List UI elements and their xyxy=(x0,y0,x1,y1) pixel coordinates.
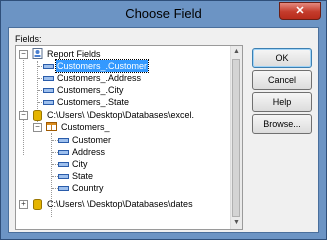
field-icon xyxy=(58,138,69,143)
expand-icon[interactable]: + xyxy=(19,200,28,209)
tree-node-city-field[interactable]: Customers_.City xyxy=(16,84,216,96)
cancel-button[interactable]: Cancel xyxy=(252,70,312,90)
field-icon xyxy=(58,174,69,179)
tree-node-address-column[interactable]: Address xyxy=(16,146,216,158)
tree-node-label: State xyxy=(72,171,94,181)
tree-node-label: C:\Users\ \Desktop\Databases\dates xyxy=(47,199,193,209)
database-icon xyxy=(33,110,42,121)
fields-label: Fields: xyxy=(15,34,42,44)
tree-node-label: Customers_.State xyxy=(57,97,130,107)
tree-node-country-column[interactable]: Country xyxy=(16,182,216,194)
tree-node-label: Customers_.Customer xyxy=(54,59,150,73)
tree-node-label: Customers_ xyxy=(61,122,110,132)
scrollbar-thumb[interactable] xyxy=(232,59,240,217)
field-icon xyxy=(43,76,54,81)
tree-node-customer-column[interactable]: Customer xyxy=(16,134,216,146)
tree-node-label: Address xyxy=(72,147,106,157)
field-icon xyxy=(43,100,54,105)
title-bar[interactable]: Choose Field ✕ xyxy=(1,1,326,27)
fields-tree[interactable]: − Report Fields Customers_.Customer Cust… xyxy=(15,45,243,230)
collapse-icon[interactable]: − xyxy=(19,50,28,59)
dialog-title: Choose Field xyxy=(125,6,202,21)
tree-node-label: C:\Users\ \Desktop\Databases\excel. xyxy=(47,110,195,120)
table-icon xyxy=(46,122,57,131)
help-button[interactable]: Help xyxy=(252,92,312,112)
scroll-down-arrow-icon[interactable]: ▼ xyxy=(231,217,242,229)
dialog-body: Fields: − Report Fields Customers_.Custo… xyxy=(8,27,319,233)
tree-node-report-fields[interactable]: − Report Fields xyxy=(16,48,216,60)
scroll-up-arrow-icon[interactable]: ▲ xyxy=(231,46,242,58)
tree-node-label: Report Fields xyxy=(47,49,101,59)
tree-node-state-field[interactable]: Customers_.State xyxy=(16,96,216,108)
tree-node-customer-field[interactable]: Customers_.Customer xyxy=(16,59,216,73)
browse-button[interactable]: Browse... xyxy=(252,114,312,134)
tree-node-state-column[interactable]: State xyxy=(16,170,216,182)
field-icon xyxy=(58,162,69,167)
report-icon xyxy=(32,48,43,59)
collapse-icon[interactable]: − xyxy=(33,123,42,132)
tree-node-label: Country xyxy=(72,183,104,193)
field-icon xyxy=(43,64,54,69)
ok-button[interactable]: OK xyxy=(252,48,312,68)
collapse-icon[interactable]: − xyxy=(19,111,28,120)
tree-node-city-column[interactable]: City xyxy=(16,158,216,170)
tree-vertical-scrollbar[interactable]: ▲ ▼ xyxy=(230,46,242,229)
field-icon xyxy=(58,150,69,155)
tree-node-label: Customer xyxy=(72,135,112,145)
close-button[interactable]: ✕ xyxy=(279,2,321,20)
tree-node-dates-database[interactable]: + C:\Users\ \Desktop\Databases\dates xyxy=(16,198,242,210)
tree-node-label: Customers_.Address xyxy=(57,73,142,83)
tree-node-label: Customers_.City xyxy=(57,85,124,95)
tree-node-label: City xyxy=(72,159,88,169)
database-icon xyxy=(33,199,42,210)
tree-node-address-field[interactable]: Customers_.Address xyxy=(16,72,216,84)
tree-node-customers-table[interactable]: − Customers_ xyxy=(16,121,216,133)
tree-node-excel-database[interactable]: − C:\Users\ \Desktop\Databases\excel. xyxy=(16,109,242,121)
field-icon xyxy=(43,88,54,93)
choose-field-dialog: Choose Field ✕ Fields: − Report Fields C… xyxy=(0,0,327,240)
field-icon xyxy=(58,186,69,191)
